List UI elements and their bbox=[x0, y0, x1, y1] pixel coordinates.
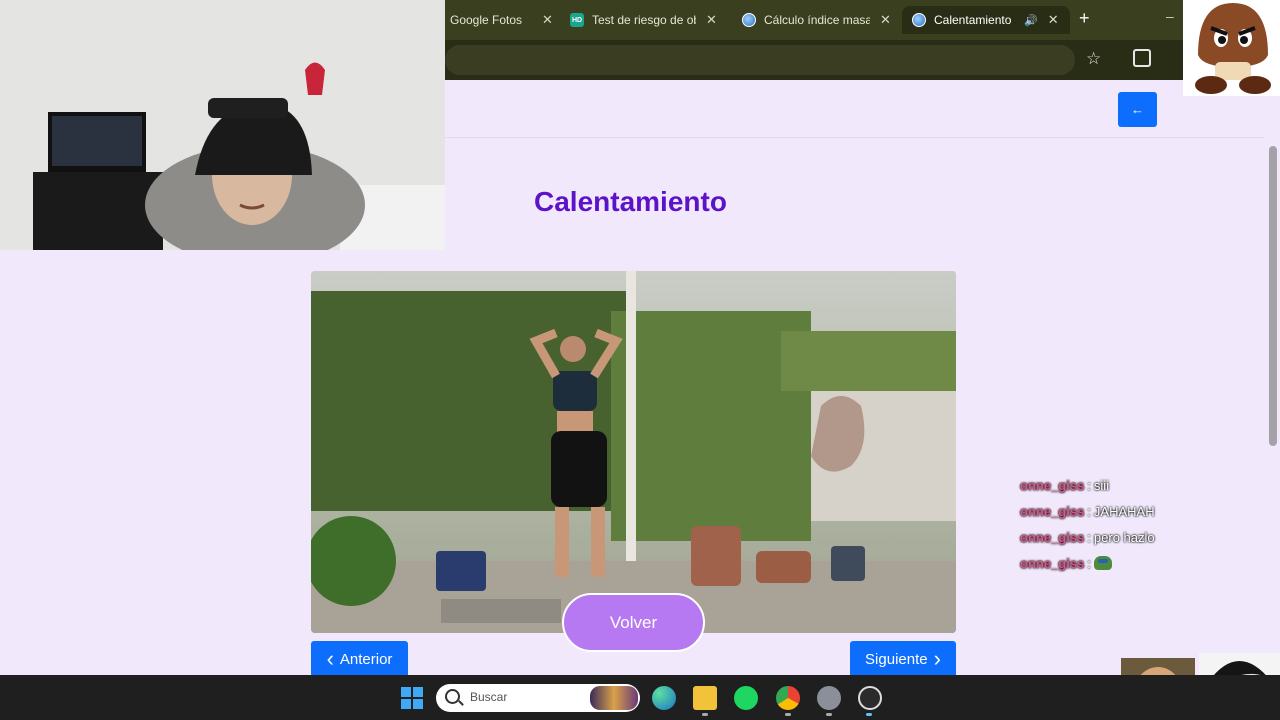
obs-icon[interactable] bbox=[858, 686, 882, 710]
close-icon[interactable]: ✕ bbox=[706, 12, 717, 28]
volver-button[interactable]: Volver bbox=[562, 593, 705, 652]
webcam-overlay bbox=[0, 0, 445, 250]
search-placeholder: Buscar bbox=[470, 690, 508, 704]
tab-title: Google Fotos bbox=[450, 13, 523, 27]
search-icon bbox=[445, 689, 460, 704]
running-indicator bbox=[702, 713, 708, 716]
globe-icon bbox=[742, 13, 756, 27]
page-title: Calentamiento bbox=[534, 186, 727, 217]
search-highlight-image bbox=[590, 686, 638, 710]
close-icon[interactable]: ✕ bbox=[1048, 12, 1059, 28]
hd-site-icon: HD bbox=[570, 13, 584, 27]
audio-icon[interactable]: 🔊 bbox=[1024, 14, 1038, 27]
pepe-emote-icon bbox=[1093, 556, 1112, 570]
anterior-label: Anterior bbox=[339, 650, 393, 668]
globe-icon bbox=[912, 13, 926, 27]
video-still bbox=[311, 271, 956, 633]
bookmark-star-icon[interactable]: ☆ bbox=[1086, 49, 1101, 69]
chat-username: onne_giss bbox=[1020, 503, 1085, 519]
running-indicator bbox=[826, 713, 832, 716]
file-explorer-icon[interactable] bbox=[693, 686, 717, 710]
tab-title: Test de riesgo de obe bbox=[592, 13, 696, 27]
chat-text: siii bbox=[1093, 477, 1110, 493]
windows-start-icon[interactable] bbox=[401, 687, 423, 709]
extensions-icon[interactable] bbox=[1133, 49, 1151, 67]
chat-message: onne_giss : JAHAHAH bbox=[1020, 498, 1220, 524]
taskbar bbox=[0, 675, 1280, 720]
chat-username: onne_giss bbox=[1020, 477, 1085, 493]
chat-separator: : bbox=[1087, 529, 1091, 545]
spotify-icon[interactable] bbox=[734, 686, 758, 710]
scrollbar-thumb[interactable] bbox=[1269, 146, 1277, 446]
tab-calentamiento[interactable]: Calentamiento 🔊 ✕ bbox=[902, 6, 1070, 34]
chat-message: onne_giss : bbox=[1020, 550, 1220, 576]
siguiente-button[interactable]: Siguiente › bbox=[850, 641, 956, 677]
chevron-right-icon: › bbox=[933, 646, 941, 671]
stream-chat-overlay: onne_giss : siii onne_giss : JAHAHAH onn… bbox=[1020, 472, 1220, 576]
address-bar[interactable] bbox=[445, 45, 1075, 75]
tab-test-riesgo[interactable]: HD Test de riesgo de obe ✕ bbox=[560, 6, 727, 34]
tab-google-fotos[interactable]: Google Fotos ✕ bbox=[440, 6, 563, 34]
webcam-feed bbox=[0, 0, 445, 250]
new-tab-button[interactable]: + bbox=[1079, 8, 1090, 29]
running-indicator bbox=[866, 713, 872, 716]
settings-icon[interactable] bbox=[817, 686, 841, 710]
back-button[interactable]: ← bbox=[1118, 92, 1157, 127]
goomba-sticker bbox=[1183, 0, 1280, 96]
chat-message: onne_giss : pero hazlo bbox=[1020, 524, 1220, 550]
siguiente-label: Siguiente bbox=[865, 650, 928, 668]
exercise-video[interactable] bbox=[311, 271, 956, 633]
goomba-image bbox=[1195, 3, 1271, 94]
edge-icon[interactable] bbox=[652, 686, 676, 710]
running-indicator bbox=[785, 713, 791, 716]
chat-text: JAHAHAH bbox=[1093, 503, 1155, 519]
close-icon[interactable]: ✕ bbox=[542, 12, 553, 28]
chrome-icon[interactable] bbox=[776, 686, 800, 710]
chat-message: onne_giss : siii bbox=[1020, 472, 1220, 498]
chat-text: pero hazlo bbox=[1093, 529, 1155, 545]
chat-separator: : bbox=[1087, 503, 1091, 519]
tab-title: Calentamiento bbox=[934, 13, 1012, 27]
anterior-button[interactable]: ‹ Anterior bbox=[311, 641, 408, 677]
chat-username: onne_giss bbox=[1020, 555, 1085, 571]
tab-title: Cálculo índice masa c bbox=[764, 13, 870, 27]
chat-separator: : bbox=[1087, 555, 1091, 571]
chat-separator: : bbox=[1087, 477, 1091, 493]
chat-username: onne_giss bbox=[1020, 529, 1085, 545]
close-icon[interactable]: ✕ bbox=[880, 12, 891, 28]
minimize-button[interactable]: – bbox=[1166, 8, 1174, 24]
tab-calculo-imc[interactable]: Cálculo índice masa c ✕ bbox=[732, 6, 901, 34]
chevron-left-icon: ‹ bbox=[326, 646, 334, 671]
